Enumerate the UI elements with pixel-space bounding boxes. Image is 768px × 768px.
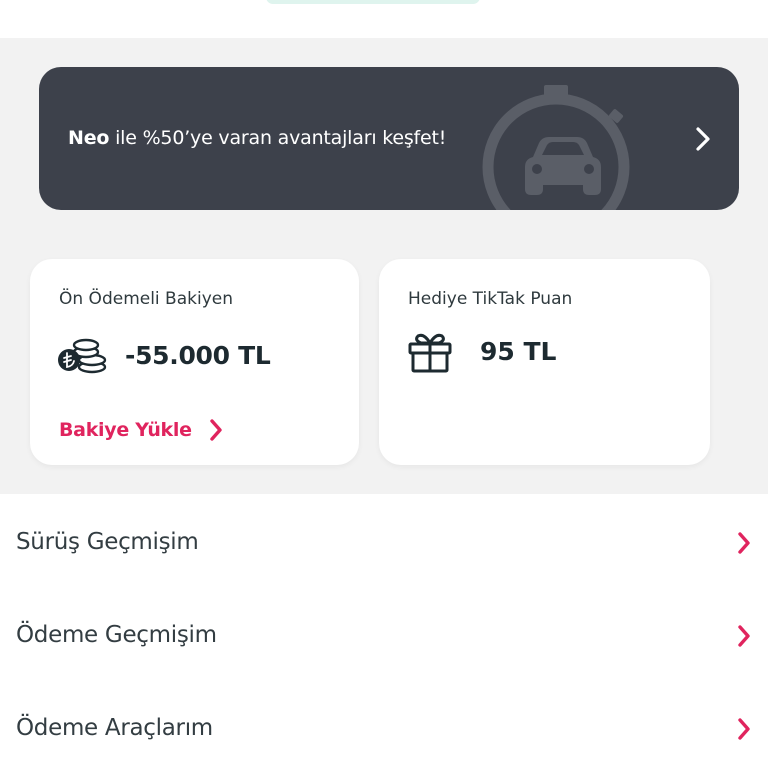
chevron-right-icon	[738, 532, 750, 554]
prepaid-balance-card: Ön Ödemeli Bakiyen -55.000 TL Bakiye Yük…	[30, 259, 359, 465]
chevron-right-icon	[696, 127, 710, 151]
chevron-right-icon	[738, 625, 750, 647]
stopwatch-car-icon	[482, 85, 630, 210]
top-tab-indicator	[266, 0, 480, 4]
prepaid-balance-title: Ön Ödemeli Bakiyen	[59, 289, 234, 309]
chevron-right-icon	[209, 419, 222, 441]
menu-item-ride-history[interactable]: Sürüş Geçmişim	[0, 495, 768, 588]
gift-points-value: 95 TL	[480, 337, 557, 366]
promo-text: Neo ile %50’ye varan avantajları keşfet!	[68, 127, 446, 149]
menu-item-payment-methods[interactable]: Ödeme Araçlarım	[0, 681, 768, 768]
menu-item-label: Ödeme Geçmişim	[16, 622, 217, 648]
promo-brand: Neo	[68, 127, 110, 149]
coins-icon	[58, 338, 107, 374]
promo-message: ile %50’ye varan avantajları keşfet!	[109, 127, 447, 149]
gift-points-title: Hediye TikTak Puan	[408, 289, 573, 309]
gift-points-card: Hediye TikTak Puan 95 TL	[379, 259, 710, 465]
menu-item-label: Sürüş Geçmişim	[16, 529, 199, 555]
top-up-balance-link[interactable]: Bakiye Yükle	[59, 417, 224, 443]
promo-banner[interactable]: Neo ile %50’ye varan avantajları keşfet!	[39, 67, 739, 210]
top-strip	[0, 0, 768, 38]
prepaid-balance-value: -55.000 TL	[125, 341, 271, 370]
menu-item-payment-history[interactable]: Ödeme Geçmişim	[0, 588, 768, 681]
chevron-right-icon	[738, 718, 750, 740]
menu-item-label: Ödeme Araçlarım	[16, 715, 213, 741]
gift-icon	[408, 333, 452, 373]
top-up-balance-label: Bakiye Yükle	[59, 419, 192, 441]
